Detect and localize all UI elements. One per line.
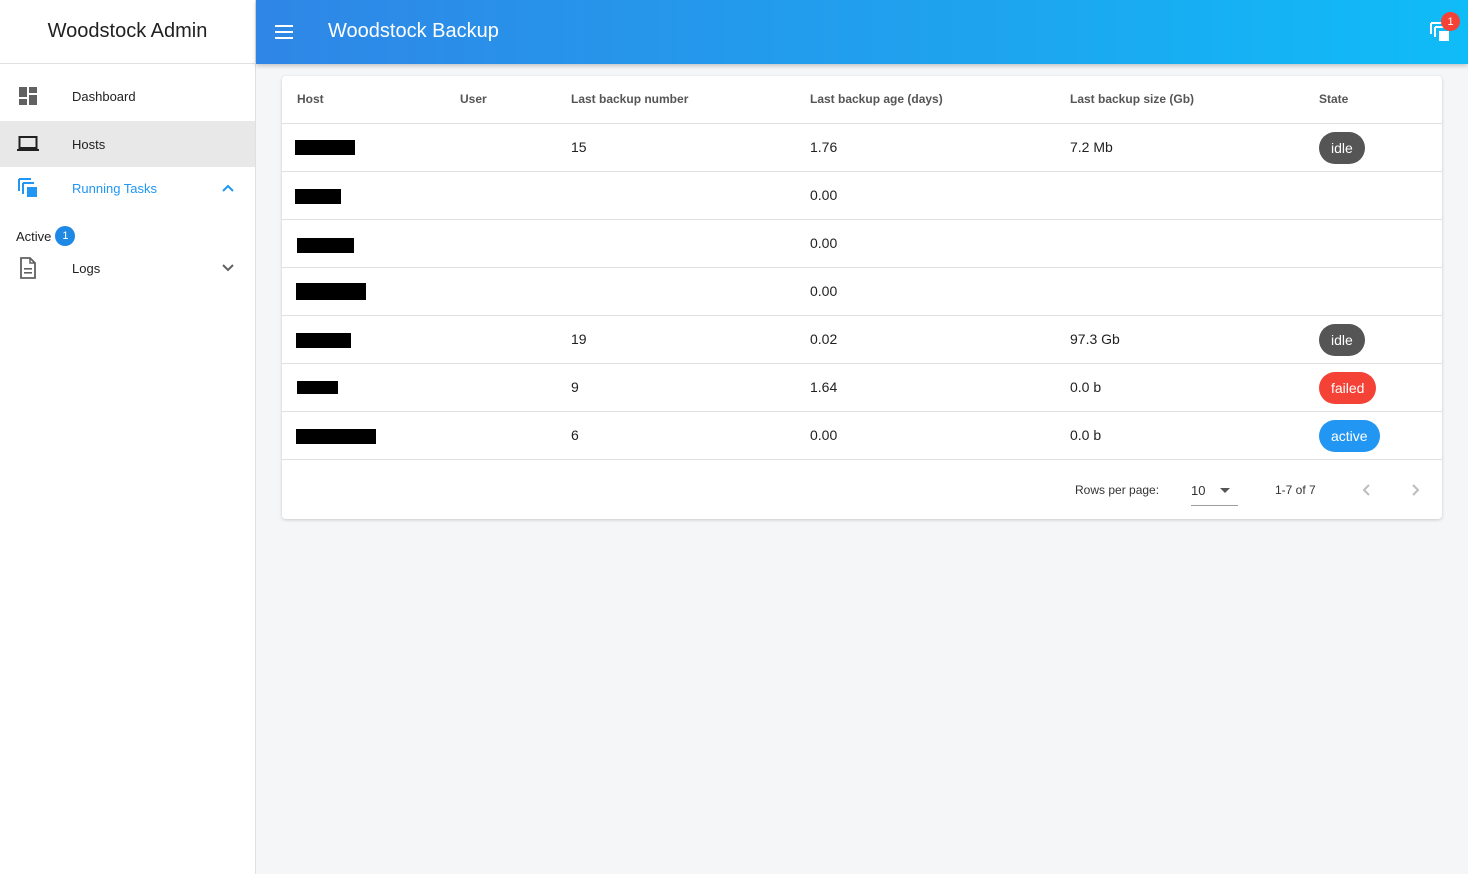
backup-age-cell: 0.00 — [810, 187, 838, 203]
sidebar-item-label: Hosts — [72, 136, 106, 152]
rows-per-page-select[interactable]: 10 — [1191, 476, 1238, 506]
active-tasks-header: Active 1 — [16, 226, 76, 246]
active-label: Active — [16, 228, 52, 244]
dropdown-arrow-icon — [1220, 488, 1230, 493]
backup-size-cell: 0.0 b — [1070, 427, 1102, 443]
table-row[interactable]: 6 0.00 0.0 b active — [282, 412, 1442, 460]
backup-number-cell: 9 — [571, 379, 579, 395]
rows-per-page-value: 10 — [1191, 483, 1206, 498]
table-row[interactable]: 0.00 — [282, 268, 1442, 316]
column-header-backup-size[interactable]: Last backup size (Gb) — [1070, 92, 1194, 106]
sidebar-item-logs[interactable]: Logs — [0, 245, 255, 291]
document-icon — [16, 256, 40, 280]
app-bar: Woodstock Backup 1 — [256, 0, 1468, 64]
table-pagination: Rows per page: 10 1-7 of 7 — [282, 460, 1442, 519]
column-header-host[interactable]: Host — [297, 92, 324, 106]
chevron-down-icon[interactable] — [216, 256, 240, 280]
table-row[interactable]: 9 1.64 0.0 b failed — [282, 364, 1442, 412]
laptop-icon — [16, 132, 40, 156]
sidebar-item-hosts[interactable]: Hosts — [0, 121, 255, 167]
backup-age-cell: 1.76 — [810, 139, 838, 155]
host-name-redacted — [295, 189, 341, 204]
tasks-count-badge: 1 — [1441, 12, 1460, 31]
table-row[interactable]: 0.00 — [282, 220, 1442, 268]
host-name-redacted — [297, 238, 354, 253]
table-row[interactable]: 15 1.76 7.2 Mb idle — [282, 124, 1442, 172]
backup-size-cell: 0.0 b — [1070, 379, 1102, 395]
app-title: Woodstock Admin — [0, 0, 255, 64]
backup-size-cell: 7.2 Mb — [1070, 139, 1113, 155]
page-title: Woodstock Backup — [328, 20, 499, 42]
table-row[interactable]: 0.00 — [282, 172, 1442, 220]
status-badge: idle — [1319, 132, 1365, 164]
host-name-redacted — [296, 283, 366, 300]
previous-page-button[interactable] — [1354, 478, 1378, 502]
column-header-user[interactable]: User — [460, 92, 487, 106]
table-row[interactable]: 19 0.02 97.3 Gb idle — [282, 316, 1442, 364]
backup-age-cell: 1.64 — [810, 379, 838, 395]
sidebar-item-label: Logs — [72, 260, 101, 276]
column-header-backup-age[interactable]: Last backup age (days) — [810, 92, 943, 106]
status-badge: failed — [1319, 372, 1377, 404]
backup-size-cell: 97.3 Gb — [1070, 331, 1120, 347]
backup-age-cell: 0.00 — [810, 235, 838, 251]
status-badge: active — [1319, 420, 1380, 452]
host-name-redacted — [297, 381, 338, 394]
backup-age-cell: 0.00 — [810, 427, 838, 443]
backup-number-cell: 19 — [571, 331, 587, 347]
host-name-redacted — [296, 333, 351, 348]
sidebar-item-label: Running Tasks — [72, 180, 158, 196]
rows-per-page-label: Rows per page: — [1075, 483, 1160, 497]
menu-icon[interactable] — [272, 20, 296, 44]
sidebar: Woodstock Admin Dashboard Hosts Running … — [0, 0, 256, 874]
next-page-button[interactable] — [1404, 478, 1428, 502]
active-count-badge: 1 — [55, 226, 76, 246]
sidebar-item-dashboard[interactable]: Dashboard — [0, 73, 255, 119]
host-name-redacted — [296, 429, 376, 444]
column-header-backup-number[interactable]: Last backup number — [571, 92, 688, 106]
status-badge: idle — [1319, 324, 1365, 356]
chevron-up-icon[interactable] — [216, 176, 240, 200]
backup-number-cell: 6 — [571, 427, 579, 443]
column-header-state[interactable]: State — [1319, 92, 1348, 106]
backup-number-cell: 15 — [571, 139, 587, 155]
pagination-range: 1-7 of 7 — [1275, 483, 1316, 497]
hosts-table: Host User Last backup number Last backup… — [282, 76, 1442, 519]
dashboard-icon — [16, 84, 40, 108]
backup-age-cell: 0.00 — [810, 283, 838, 299]
host-name-redacted — [295, 140, 355, 155]
table-header: Host User Last backup number Last backup… — [282, 76, 1442, 124]
sidebar-item-running-tasks[interactable]: Running Tasks — [0, 165, 255, 211]
backup-age-cell: 0.02 — [810, 331, 838, 347]
tasks-icon — [16, 176, 40, 200]
sidebar-item-label: Dashboard — [72, 88, 136, 104]
